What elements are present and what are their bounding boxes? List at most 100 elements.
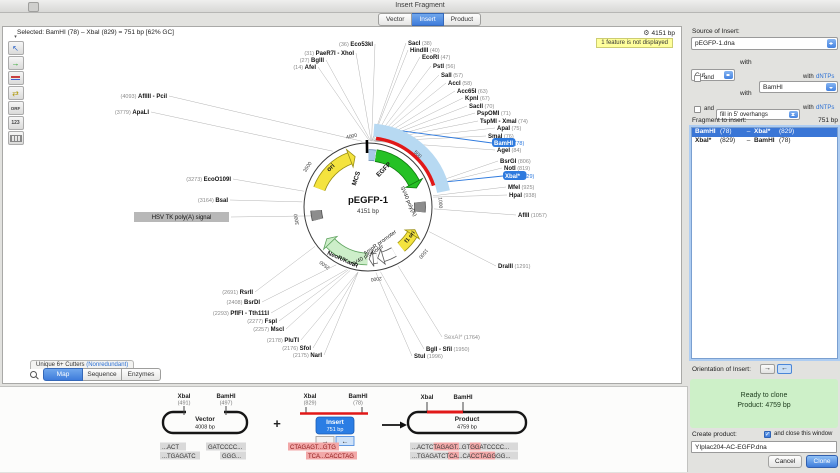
- fill-checkbox-2[interactable]: [694, 106, 701, 113]
- enzyme-label[interactable]: (2176) SfoI: [282, 346, 311, 352]
- position-tick-label: 3500: [302, 161, 313, 174]
- enzyme-label[interactable]: (2257) MscI: [253, 327, 284, 333]
- enzyme-label[interactable]: (31) PaeR7I - XhoI: [304, 51, 354, 57]
- clone-button[interactable]: Clone: [806, 455, 838, 468]
- tab-vector[interactable]: Vector: [378, 13, 412, 26]
- tab-insert[interactable]: Insert: [412, 13, 443, 26]
- status-box: Ready to clone Product: 4759 bp: [690, 379, 838, 428]
- enzyme-label[interactable]: AgeI (84): [497, 148, 521, 154]
- fill-checkbox-1[interactable]: [694, 75, 701, 82]
- enzyme-label[interactable]: (2277) FspI: [247, 319, 277, 325]
- feature-label: MCS: [351, 170, 362, 187]
- feature-HSV TK poly(A) signal[interactable]: [316, 210, 318, 219]
- enzyme-label[interactable]: (3779) ApaLI: [115, 110, 149, 116]
- fragment-option[interactable]: XbaI*(829)–BamHI(78): [692, 137, 837, 146]
- tool-enzyme-button[interactable]: [8, 71, 24, 85]
- tool-feature-button[interactable]: →: [8, 56, 24, 70]
- enzyme-label[interactable]: MfeI (925): [508, 185, 535, 191]
- svg-text:...ACTCTAGAGT...GTGGATCCCC...: ...ACTCTAGAGT...GTGGATCCCC...: [412, 445, 509, 451]
- enzyme-label[interactable]: BglI - SfiI (1950): [426, 347, 470, 353]
- chevron-down-icon[interactable]: [826, 83, 836, 91]
- svg-text:XbaI: XbaI: [304, 394, 317, 400]
- map-toolbar: ▾↖→ ⇄ORF123: [5, 35, 26, 145]
- tool-numbering-button[interactable]: 123: [8, 116, 24, 130]
- enzyme-select-1[interactable]: BamHI: [759, 81, 838, 93]
- svg-text:BamHI: BamHI: [216, 394, 235, 400]
- view-tab-sequence[interactable]: Sequence: [83, 368, 122, 381]
- view-tab-map[interactable]: Map: [43, 368, 83, 381]
- gear-icon[interactable]: ⚙: [643, 30, 649, 37]
- with-label: with: [803, 105, 814, 111]
- enzyme-label[interactable]: PspOMI (71): [477, 111, 511, 117]
- tool-select-button[interactable]: ↖: [8, 41, 24, 55]
- enzyme-label[interactable]: DraIII (1291): [498, 264, 531, 270]
- enzyme-label[interactable]: XbaI* (829): [505, 174, 535, 180]
- orientation-forward-button[interactable]: →: [760, 364, 775, 374]
- enzyme-label[interactable]: SalI (57): [441, 73, 463, 79]
- enzyme-label[interactable]: (2408) BsrDI: [227, 300, 261, 306]
- enzyme-label[interactable]: Acc65I (63): [457, 89, 488, 95]
- search-icon[interactable]: [30, 371, 38, 379]
- enzyme-label[interactable]: (27) BglII: [300, 58, 325, 64]
- enzyme-label[interactable]: SacII (70): [469, 104, 494, 110]
- svg-text:GATCCCC...: GATCCCC...: [208, 445, 243, 451]
- stepper-icon[interactable]: [789, 111, 798, 118]
- enzyme-label[interactable]: (2293) PflFI - Tth111I: [213, 311, 269, 317]
- enzyme-label[interactable]: (3164) BsaI: [198, 198, 228, 204]
- feature-AmpR promoter[interactable]: [373, 258, 377, 259]
- map-panel: Selected: BamHI (78) – XbaI (829) = 751 …: [2, 26, 682, 384]
- svg-text:CTAGAGT...GTG: CTAGAGT...GTG: [290, 445, 336, 451]
- dntps-label: dNTPs: [816, 105, 834, 111]
- fragment-list[interactable]: BamHI(78)–XbaI*(829)XbaI*(829)–BamHI(78): [691, 127, 838, 359]
- feature-label: SV40 poly(A): [399, 186, 418, 218]
- tool-orf-button[interactable]: ORF: [8, 101, 24, 115]
- enzyme-label[interactable]: EcoRI (47): [422, 55, 450, 61]
- enzyme-label[interactable]: HindIII (40): [410, 48, 440, 54]
- svg-text:GGG...: GGG...: [222, 454, 241, 460]
- enzyme-label[interactable]: AflII (1057): [518, 213, 547, 219]
- enzyme-label[interactable]: (2691) RsrII: [222, 290, 253, 296]
- enzyme-label[interactable]: SacI (38): [408, 41, 432, 47]
- enzyme-label[interactable]: KpnI (67): [465, 96, 490, 102]
- tool-ruler-button[interactable]: [8, 131, 24, 145]
- plasmid-length-badge[interactable]: ⚙4151 bp: [643, 29, 675, 37]
- feature-warning-badge[interactable]: 1 feature is not displayed: [596, 38, 673, 48]
- svg-text:...ACT: ...ACT: [162, 445, 179, 451]
- feature-MCS[interactable]: [369, 155, 376, 156]
- enzyme-label[interactable]: HpaI (938): [509, 193, 537, 199]
- tool-primer-button[interactable]: ⇄: [8, 86, 24, 100]
- plasmid-map[interactable]: 5001000150020002500300035004000MCSEGFPSV…: [29, 31, 685, 383]
- feature-ori[interactable]: [319, 158, 350, 189]
- window-icon[interactable]: [28, 2, 39, 12]
- and-label: and: [704, 75, 714, 81]
- enzyme-label[interactable]: BamHI (78): [494, 141, 524, 147]
- enzyme-label[interactable]: (2178) PluTI: [267, 338, 299, 344]
- enzyme-label[interactable]: BsrGI (806): [500, 159, 531, 165]
- enzyme-label[interactable]: TspMI - XmaI (74): [480, 119, 528, 125]
- enzyme-label[interactable]: (36) Eco53kI: [339, 42, 373, 48]
- enzyme-label[interactable]: (2175) NarI: [293, 353, 322, 359]
- orientation-reverse-button[interactable]: ←: [777, 364, 792, 374]
- toolbar-collapse-caret[interactable]: ▾: [14, 35, 17, 40]
- feature-SV40 promoter[interactable]: [383, 252, 394, 257]
- enzyme-label[interactable]: (3273) EcoO109I: [186, 177, 231, 183]
- stepper-icon[interactable]: [724, 71, 733, 79]
- enzyme-label[interactable]: SexAI* (1764): [444, 335, 480, 341]
- close-window-checkbox[interactable]: ✓: [764, 431, 771, 438]
- enzyme-label[interactable]: (4093) AflIII - PciI: [121, 94, 168, 100]
- view-tab-enzymes[interactable]: Enzymes: [122, 368, 161, 381]
- source-select[interactable]: pEGFP-1.dna: [691, 37, 838, 50]
- fragment-option[interactable]: BamHI(78)–XbaI*(829): [692, 128, 837, 137]
- cancel-button[interactable]: Cancel: [768, 455, 802, 468]
- create-product-label: Create product:: [692, 431, 737, 438]
- product-filename-input[interactable]: [691, 441, 837, 453]
- enzyme-label[interactable]: ApaI (75): [497, 126, 521, 132]
- enzyme-label[interactable]: (14) AfeI: [293, 65, 316, 71]
- svg-text:(491): (491): [178, 401, 191, 407]
- stepper-icon[interactable]: [827, 39, 836, 48]
- tab-product[interactable]: Product: [444, 13, 481, 26]
- plasmid-name: pEGFP-1: [348, 195, 389, 206]
- enzyme-label[interactable]: PstI (56): [433, 64, 455, 70]
- enzyme-label[interactable]: StuI (1996): [414, 354, 443, 360]
- enzyme-label[interactable]: AccI (58): [448, 81, 472, 87]
